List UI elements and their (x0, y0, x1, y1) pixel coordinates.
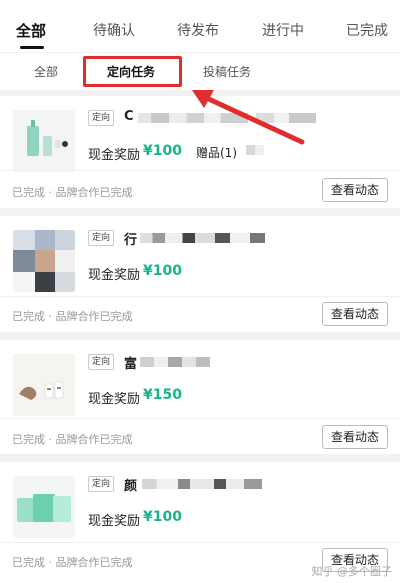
status-text: 已完成 · 品牌合作已完成 (12, 310, 133, 323)
reward-label: 现金奖励 (88, 392, 141, 407)
watermark: 知乎 @多个圈子 (311, 565, 393, 578)
reward-label: 现金奖励 (88, 148, 141, 163)
product-thumbnail (13, 110, 75, 172)
view-activity-button[interactable]: 查看动态 (322, 178, 388, 202)
blurred-title (140, 233, 265, 243)
status-text: 已完成 · 品牌合作已完成 (12, 433, 133, 446)
task-card[interactable]: 定向 行 现金奖励 ¥100 已完成 · 品牌合作已完成 查看动态 (0, 216, 400, 332)
reward-label: 现金奖励 (88, 514, 141, 529)
reward-amount: ¥100 (143, 509, 182, 525)
task-card[interactable]: 定向 富 现金奖励 ¥150 已完成 · 品牌合作已完成 查看动态 (0, 340, 400, 454)
directed-tag: 定向 (88, 476, 115, 492)
blurred-title (142, 479, 262, 489)
annotation-highlight-box (83, 56, 182, 87)
product-thumbnail (13, 354, 75, 416)
card-divider (0, 170, 400, 171)
directed-tag: 定向 (88, 110, 115, 126)
card-divider (0, 296, 400, 297)
view-activity-button[interactable]: 查看动态 (322, 302, 388, 326)
status-text: 已完成 · 品牌合作已完成 (12, 186, 133, 199)
active-tab-indicator (20, 46, 44, 49)
directed-tag: 定向 (88, 354, 115, 370)
product-thumbnail (13, 476, 75, 538)
blurred-title-extra (256, 113, 316, 123)
reward-amount: ¥100 (143, 143, 182, 159)
tab-pending-publish[interactable]: 待发布 (177, 20, 219, 40)
reward-amount: ¥100 (143, 263, 182, 279)
blurred-title (138, 113, 248, 123)
directed-tag: 定向 (88, 230, 115, 246)
task-title: 颜 (124, 479, 138, 494)
task-title: C (124, 109, 134, 124)
subtab-all[interactable]: 全部 (34, 63, 58, 80)
card-divider (0, 542, 400, 543)
subtab-submission-tasks[interactable]: 投稿任务 (203, 63, 251, 80)
reward-amount: ¥150 (143, 387, 182, 403)
tab-in-progress[interactable]: 进行中 (262, 20, 304, 40)
sub-tab-bar: 全部 定向任务 投稿任务 (0, 52, 400, 90)
status-text: 已完成 · 品牌合作已完成 (12, 556, 133, 569)
view-activity-button[interactable]: 查看动态 (322, 425, 388, 449)
task-title: 富 (124, 357, 138, 372)
task-title: 行 (124, 233, 138, 248)
tab-all[interactable]: 全部 (16, 20, 46, 41)
gift-count: 赠品(1) (196, 146, 237, 160)
task-card[interactable]: 定向 C 现金奖励 ¥100 赠品(1) 已完成 · 品牌合作已完成 查看动态 (0, 96, 400, 208)
blurred-gift (246, 145, 264, 155)
product-thumbnail (13, 230, 75, 292)
top-tab-bar: 全部 待确认 待发布 进行中 已完成 (0, 0, 400, 52)
reward-label: 现金奖励 (88, 268, 141, 283)
blurred-title (140, 357, 210, 367)
tab-pending-confirm[interactable]: 待确认 (93, 20, 135, 40)
card-divider (0, 418, 400, 419)
tab-completed[interactable]: 已完成 (346, 20, 388, 40)
